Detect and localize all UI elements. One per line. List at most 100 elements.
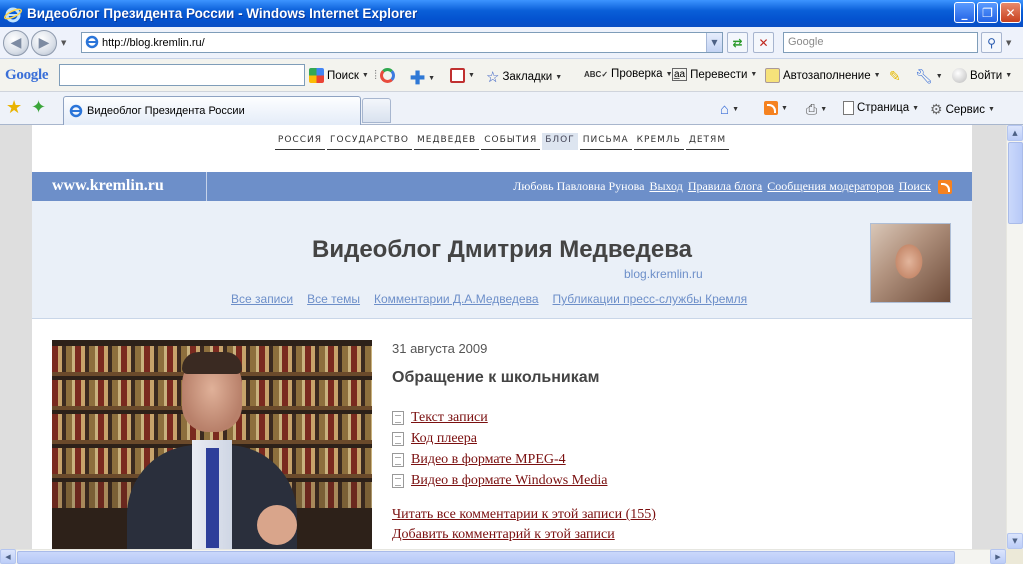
document-icon (392, 410, 404, 425)
scroll-down-icon[interactable]: ▼ (1007, 533, 1023, 549)
nav-letters[interactable]: ПИСЬМА (579, 133, 632, 150)
rss-icon (764, 101, 778, 115)
bookmarks-button[interactable]: ☆ Закладки ▼ (486, 68, 562, 86)
tab-label: Видеоблог Президента России (87, 105, 245, 117)
search-input[interactable]: Google (783, 32, 978, 53)
mpeg4-link[interactable]: Видео в формате MPEG-4 (411, 452, 566, 468)
blog-header: Видеоблог Дмитрия Медведева blog.kremlin… (32, 201, 972, 319)
page-menu-button[interactable]: Страница ▼ (843, 101, 919, 115)
bookmarks-label: Закладки (502, 71, 553, 83)
history-dropdown-icon[interactable]: ▼ (61, 39, 66, 47)
autofill-button[interactable]: Автозаполнение ▼ (765, 68, 881, 83)
stop-button[interactable]: ✕ (753, 32, 774, 53)
list-item[interactable]: Видео в формате Windows Media (392, 470, 792, 491)
comments-links: Читать все комментарии к этой записи (15… (392, 507, 656, 547)
scroll-right-icon[interactable]: ▶ (990, 549, 1006, 564)
google-search-button[interactable]: Поиск ▼ (309, 68, 369, 83)
home-icon: ⌂ (720, 101, 730, 118)
add-comment-link[interactable]: Добавить комментарий к этой записи (392, 527, 656, 547)
scroll-left-icon[interactable]: ◀ (0, 549, 16, 564)
spellcheck-label: Проверка (611, 68, 663, 80)
scroll-up-icon[interactable]: ▲ (1007, 125, 1023, 141)
highlight-button[interactable]: ✎ (889, 68, 901, 85)
user-links: Любовь Павловна Рунова Выход Правила бло… (513, 179, 952, 194)
document-icon (392, 431, 404, 446)
search-link[interactable]: Поиск (899, 179, 931, 194)
page-subtitle[interactable]: blog.kremlin.ru (624, 267, 703, 281)
maximize-button[interactable]: ❐ (977, 2, 998, 23)
horizontal-scroll-thumb[interactable] (17, 551, 955, 564)
search-options-icon[interactable]: ▼ (1006, 39, 1011, 47)
home-button[interactable]: ⌂ ▼ (720, 101, 739, 118)
read-comments-link[interactable]: Читать все комментарии к этой записи (15… (392, 507, 656, 527)
back-arrow-icon: ◀ (10, 35, 22, 51)
pagerank-icon (380, 68, 396, 83)
horizontal-scrollbar[interactable]: ◀ ▶ (0, 549, 1006, 564)
translate-icon: a̲a (672, 68, 688, 81)
blog-rules-link[interactable]: Правила блога (688, 179, 762, 194)
popup-blocker-button[interactable]: ▼ (450, 68, 475, 83)
forward-button[interactable]: ▶ (31, 30, 57, 56)
google-search-input[interactable] (59, 64, 305, 86)
back-button[interactable]: ◀ (3, 30, 29, 56)
settings-button[interactable]: 🔧︎ ▼ (915, 68, 943, 85)
medvedev-comments-link[interactable]: Комментарии Д.А.Медведева (374, 292, 539, 306)
chevron-down-icon: ▼ (428, 75, 436, 82)
player-code-link[interactable]: Код плеера (411, 431, 477, 447)
windows-media-link[interactable]: Видео в формате Windows Media (411, 473, 607, 489)
close-button[interactable]: ✕ (1000, 2, 1021, 23)
google-toolbar-button-1[interactable]: ⁞ (374, 68, 396, 83)
tools-menu-button[interactable]: ⚙ Сервис ▼ (930, 101, 995, 118)
gear-icon: ⚙ (930, 101, 943, 117)
vertical-scrollbar[interactable]: ▲ ▼ (1006, 125, 1023, 549)
nav-medvedev[interactable]: МЕДВЕДЕВ (414, 133, 480, 150)
printer-icon: ⎙ (806, 101, 818, 117)
address-dropdown-icon[interactable]: ▼ (706, 33, 722, 52)
separator-dots-icon: ⁞ (374, 69, 378, 82)
moderator-messages-link[interactable]: Сообщения модераторов (767, 179, 894, 194)
list-item[interactable]: Код плеера (392, 428, 792, 449)
nav-state[interactable]: ГОСУДАРСТВО (327, 133, 412, 150)
nav-children[interactable]: ДЕТЯМ (685, 133, 730, 150)
list-item[interactable]: Текст записи (392, 407, 792, 428)
post-files: Текст записи Код плеера Видео в формате … (392, 407, 792, 491)
all-topics-link[interactable]: Все темы (307, 292, 360, 306)
site-logo-link[interactable]: www.kremlin.ru (52, 177, 164, 195)
spellcheck-button[interactable]: ABC✓ Проверка ▼ (584, 68, 673, 80)
minimize-button[interactable]: _ (954, 2, 975, 23)
chevron-down-icon: ▼ (732, 106, 739, 113)
logout-link[interactable]: Выход (649, 179, 682, 194)
address-field[interactable]: http://blog.kremlin.ru/ ▼ (81, 32, 723, 53)
print-button[interactable]: ⎙ ▼ (806, 101, 827, 118)
favorites-star-icon[interactable]: ★ (6, 97, 22, 118)
star-icon: ☆ (486, 69, 500, 86)
nav-blog[interactable]: БЛОГ (542, 133, 578, 150)
add-favorites-icon[interactable]: ✦ (31, 97, 46, 118)
sign-in-button[interactable]: Войти ▼ (952, 68, 1012, 83)
list-item[interactable]: Видео в формате MPEG-4 (392, 449, 792, 470)
new-tab-button[interactable] (362, 98, 391, 123)
search-button[interactable]: ⚲ (981, 32, 1002, 53)
video-player[interactable] (52, 340, 372, 549)
vertical-scroll-thumb[interactable] (1008, 142, 1023, 224)
refresh-button[interactable]: ⇄ (727, 32, 748, 53)
add-button[interactable]: ✚ ▼ (410, 68, 435, 89)
all-posts-link[interactable]: Все записи (231, 292, 293, 306)
chevron-down-icon: ▼ (781, 104, 788, 112)
nav-russia[interactable]: РОССИЯ (274, 133, 325, 150)
post-content: 31 августа 2009 Обращение к школьникам Т… (32, 319, 972, 549)
user-icon (952, 68, 967, 83)
highlighter-icon: ✎ (889, 68, 901, 84)
text-link[interactable]: Текст записи (411, 410, 488, 426)
press-service-link[interactable]: Публикации пресс-службы Кремля (553, 292, 748, 306)
translate-button[interactable]: a̲a Перевести ▼ (672, 68, 757, 81)
nav-kremlin[interactable]: КРЕМЛЬ (633, 133, 684, 150)
address-url: http://blog.kremlin.ru/ (102, 36, 205, 49)
spellcheck-icon: ABC✓ (584, 69, 609, 79)
feeds-button[interactable]: ▼ (762, 101, 788, 115)
header-links: Все записи Все темы Комментарии Д.А.Медв… (231, 292, 747, 306)
nav-events[interactable]: СОБЫТИЯ (481, 133, 541, 150)
rss-feed-icon[interactable] (938, 179, 952, 194)
tab-active[interactable]: Видеоблог Президента России (63, 96, 361, 125)
chevron-down-icon: ▼ (750, 71, 758, 78)
